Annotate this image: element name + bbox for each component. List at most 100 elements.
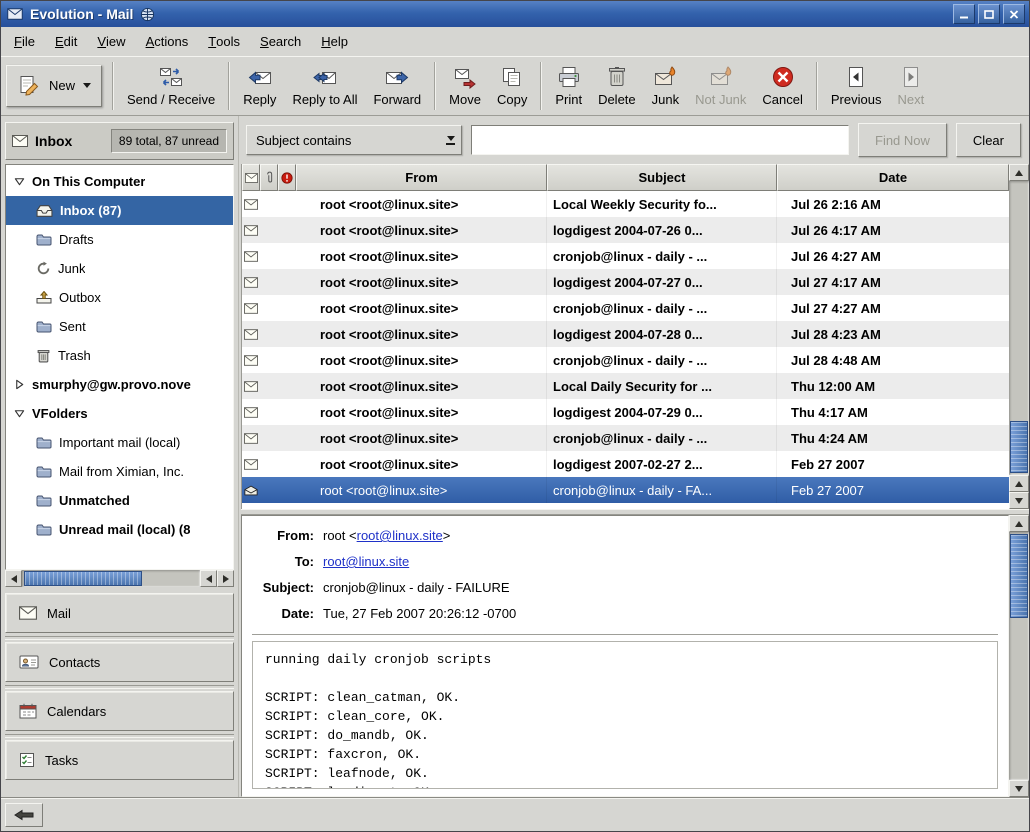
scroll-track[interactable]	[1009, 181, 1029, 475]
body-line: SCRIPT: clean_catman, OK.	[265, 688, 985, 707]
date-column-header[interactable]: Date	[777, 164, 1009, 191]
maximize-button[interactable]	[978, 4, 1000, 24]
scroll-up-button[interactable]	[1009, 515, 1029, 532]
message-row[interactable]: root <root@linux.site> logdigest 2004-07…	[242, 399, 1009, 425]
scroll-track[interactable]	[1009, 532, 1029, 780]
sidebar-item-sent[interactable]: Sent	[6, 312, 233, 341]
message-row[interactable]: root <root@linux.site> logdigest 2004-07…	[242, 269, 1009, 295]
from-address-link[interactable]: root@linux.site	[357, 528, 443, 543]
junk-button[interactable]: Junk	[644, 59, 687, 113]
window-controls	[953, 4, 1025, 24]
sidebar-item-inbox[interactable]: Inbox (87)	[6, 196, 233, 225]
attachment-column-header[interactable]	[260, 164, 278, 191]
switcher-tasks-button[interactable]: Tasks	[5, 740, 234, 780]
sidebar-item-unread-mail[interactable]: Unread mail (local) (8	[6, 515, 233, 544]
important-column-header[interactable]	[278, 164, 296, 191]
message-row[interactable]: root <root@linux.site> Local Daily Secur…	[242, 373, 1009, 399]
sidebar-item-mail-from-ximian[interactable]: Mail from Ximian, Inc.	[6, 457, 233, 486]
message-row[interactable]: root <root@linux.site> logdigest 2007-02…	[242, 451, 1009, 477]
expander-down-icon[interactable]	[13, 408, 25, 419]
message-subject: Local Daily Security for ...	[547, 373, 777, 399]
titlebar[interactable]: Evolution - Mail	[1, 1, 1029, 27]
send-receive-button[interactable]: Send / Receive	[119, 59, 223, 113]
switcher-contacts-button[interactable]: Contacts	[5, 642, 234, 682]
message-list-scrollbar[interactable]	[1009, 164, 1029, 509]
next-button[interactable]: Next	[889, 59, 932, 113]
sidebar-item-junk[interactable]: Junk	[6, 254, 233, 283]
cancel-button[interactable]: Cancel	[754, 59, 810, 113]
scroll-up-button-2[interactable]	[1009, 475, 1029, 492]
sidebar-item-outbox[interactable]: Outbox	[6, 283, 233, 312]
move-button[interactable]: Move	[441, 59, 489, 113]
body-line: running daily cronjob scripts	[265, 650, 985, 669]
menu-edit[interactable]: Edit	[45, 27, 87, 56]
sidebar-item-trash[interactable]: Trash	[6, 341, 233, 370]
scroll-up-button[interactable]	[1009, 164, 1029, 181]
clear-button[interactable]: Clear	[956, 123, 1021, 157]
sidebar-group-account[interactable]: smurphy@gw.provo.nove	[6, 370, 233, 399]
important-cell	[278, 347, 296, 373]
switcher-mail-button[interactable]: Mail	[5, 593, 234, 633]
message-status-icon	[242, 295, 260, 321]
message-row[interactable]: root <root@linux.site> logdigest 2004-07…	[242, 217, 1009, 243]
folder-icon	[36, 436, 52, 449]
message-row[interactable]: root <root@linux.site> cronjob@linux - d…	[242, 243, 1009, 269]
status-column-header[interactable]	[242, 164, 260, 191]
message-row[interactable]: root <root@linux.site> cronjob@linux - d…	[242, 425, 1009, 451]
switcher-calendars-button[interactable]: Calendars	[5, 691, 234, 731]
sidebar-item-unmatched[interactable]: Unmatched	[6, 486, 233, 515]
menu-search[interactable]: Search	[250, 27, 311, 56]
scroll-left-button-2[interactable]	[200, 570, 217, 587]
find-now-button[interactable]: Find Now	[858, 123, 947, 157]
subject-column-header[interactable]: Subject	[547, 164, 777, 191]
toolbar-separator	[112, 62, 114, 110]
minimize-button[interactable]	[953, 4, 975, 24]
expander-down-icon[interactable]	[13, 176, 25, 187]
menu-file[interactable]: File	[4, 27, 45, 56]
message-row[interactable]: root <root@linux.site> Local Weekly Secu…	[242, 191, 1009, 217]
hide-sidebar-button[interactable]	[5, 803, 43, 827]
arrow-up-icon	[1015, 481, 1023, 487]
menu-actions[interactable]: Actions	[136, 27, 199, 56]
from-column-header[interactable]: From	[296, 164, 547, 191]
sidebar-group-on-this-computer[interactable]: On This Computer	[6, 167, 233, 196]
message-row[interactable]: root <root@linux.site> logdigest 2004-07…	[242, 321, 1009, 347]
sidebar-h-scrollbar[interactable]	[5, 570, 234, 587]
previous-button[interactable]: Previous	[823, 59, 890, 113]
message-from: root <root@linux.site>	[296, 217, 547, 243]
message-row[interactable]: root <root@linux.site> cronjob@linux - d…	[242, 347, 1009, 373]
reply-to-all-button[interactable]: Reply to All	[284, 59, 365, 113]
menu-view[interactable]: View	[87, 27, 135, 56]
sidebar-item-important-mail[interactable]: Important mail (local)	[6, 428, 233, 457]
close-button[interactable]	[1003, 4, 1025, 24]
forward-button[interactable]: Forward	[365, 59, 429, 113]
scroll-track[interactable]	[22, 570, 200, 587]
expander-right-icon[interactable]	[13, 379, 25, 390]
message-row-selected[interactable]: root <root@linux.site> cronjob@linux - d…	[242, 477, 1009, 503]
to-address-link[interactable]: root@linux.site	[323, 554, 409, 569]
copy-button[interactable]: Copy	[489, 59, 535, 113]
print-button[interactable]: Print	[547, 59, 590, 113]
message-from: root <root@linux.site>	[296, 321, 547, 347]
delete-button[interactable]: Delete	[590, 59, 644, 113]
scroll-down-button[interactable]	[1009, 780, 1029, 797]
scroll-right-button[interactable]	[217, 570, 234, 587]
new-button[interactable]: New	[6, 65, 102, 107]
scroll-thumb[interactable]	[1010, 421, 1028, 473]
scroll-thumb[interactable]	[1010, 534, 1028, 618]
reply-button[interactable]: Reply	[235, 59, 284, 113]
sidebar-item-drafts[interactable]: Drafts	[6, 225, 233, 254]
search-input[interactable]	[471, 125, 849, 155]
message-from: root <root@linux.site>	[296, 425, 547, 451]
menu-tools[interactable]: Tools	[198, 27, 250, 56]
preview-scrollbar[interactable]	[1009, 515, 1029, 797]
scroll-left-button[interactable]	[5, 570, 22, 587]
sidebar-group-vfolders[interactable]: VFolders	[6, 399, 233, 428]
menu-help[interactable]: Help	[311, 27, 358, 56]
scroll-down-button[interactable]	[1009, 492, 1029, 509]
message-row[interactable]: root <root@linux.site> cronjob@linux - d…	[242, 295, 1009, 321]
body-line: SCRIPT: clean_core, OK.	[265, 707, 985, 726]
scroll-thumb[interactable]	[24, 571, 142, 586]
not-junk-button[interactable]: Not Junk	[687, 59, 754, 113]
search-criteria-select[interactable]: Subject contains	[246, 125, 462, 155]
